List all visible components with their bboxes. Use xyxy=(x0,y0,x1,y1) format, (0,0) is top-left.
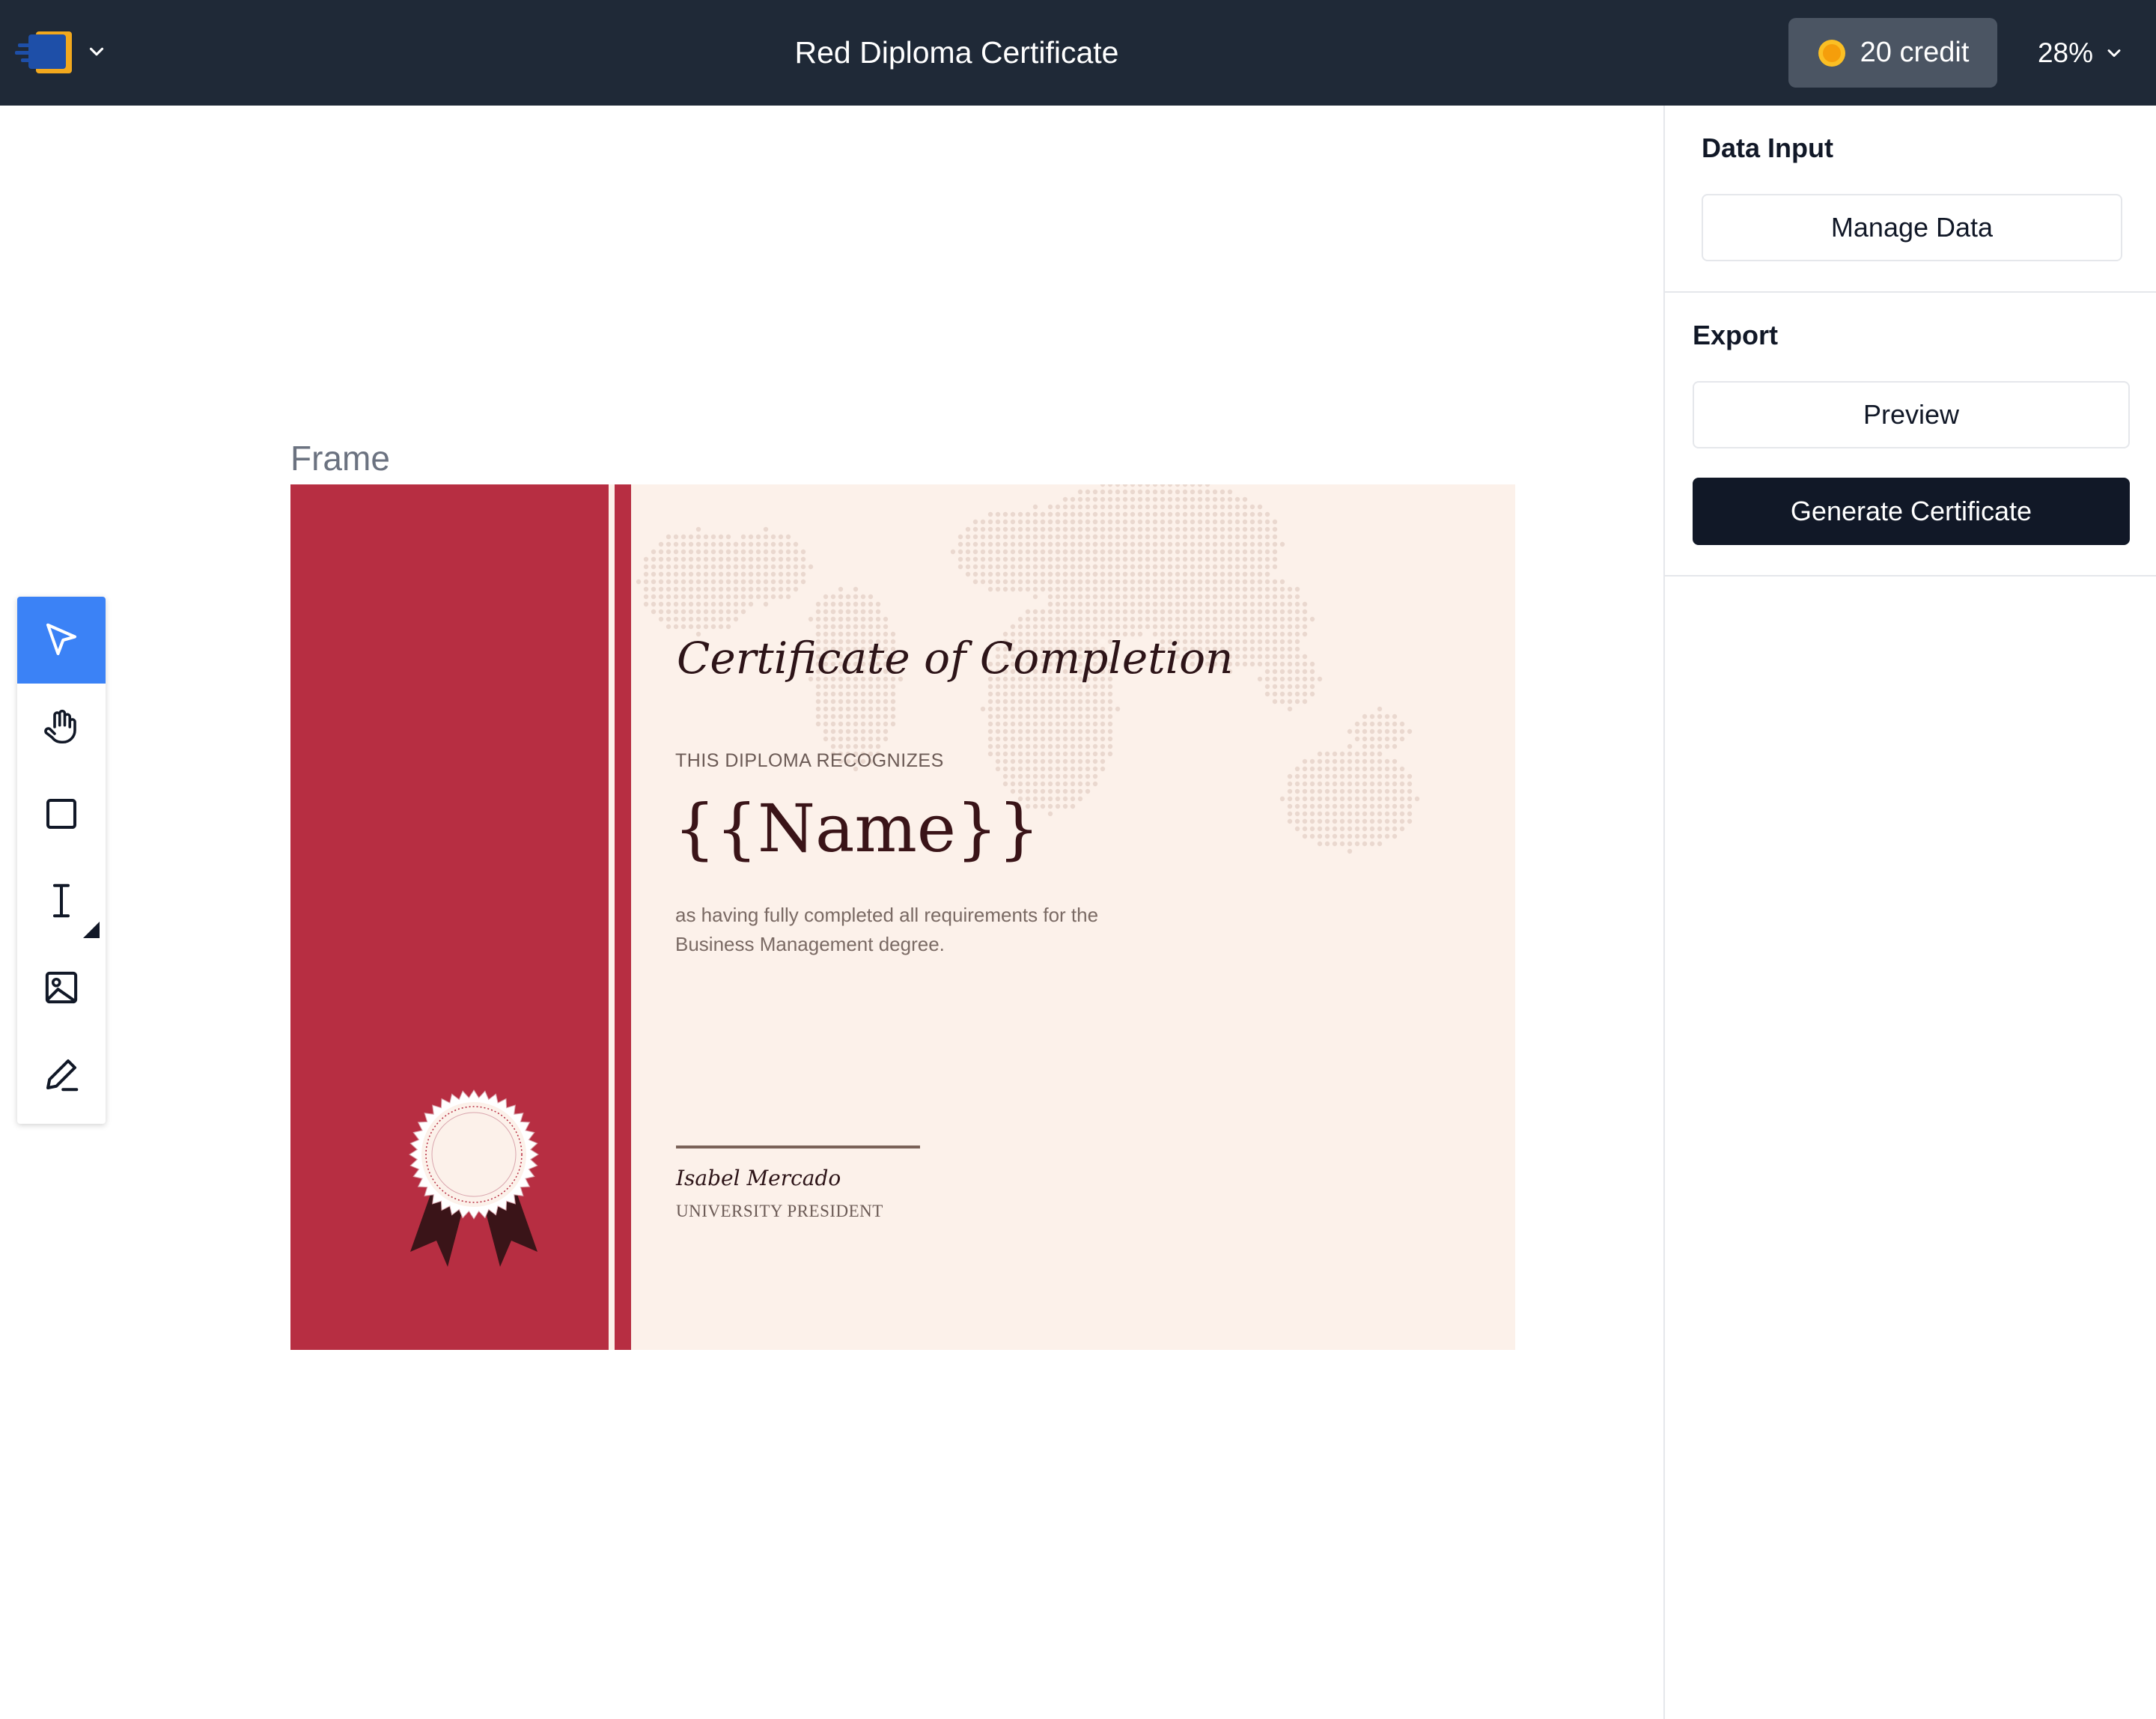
frame-label[interactable]: Frame xyxy=(290,438,390,478)
panel-divider xyxy=(1665,291,2156,293)
signer-role[interactable]: UNIVERSITY PRESIDENT xyxy=(676,1202,883,1221)
signer-name[interactable]: Isabel Mercado xyxy=(676,1166,841,1190)
pen-icon xyxy=(46,1059,79,1092)
zoom-dropdown[interactable]: 28% xyxy=(2021,18,2141,88)
recipient-name[interactable]: {{Name}} xyxy=(674,790,1040,867)
preview-button[interactable]: Preview xyxy=(1693,381,2130,448)
document-title[interactable]: Red Diploma Certificate xyxy=(0,0,1913,106)
certificate-gap xyxy=(609,484,615,1350)
select-icon xyxy=(46,623,77,656)
image-tool-button[interactable] xyxy=(17,944,106,1031)
credit-label: 20 credit xyxy=(1860,37,1970,68)
certificate-frame[interactable]: Certificate of Completion THIS DIPLOMA R… xyxy=(290,484,1515,1350)
rectangle-icon xyxy=(46,798,77,830)
properties-panel: Data Input Manage Data Export Preview Ge… xyxy=(1663,106,2156,1719)
certificate-title[interactable]: Certificate of Completion xyxy=(677,633,1233,684)
credit-badge[interactable]: 20 credit xyxy=(1788,18,1997,88)
zoom-value: 28% xyxy=(2037,37,2094,68)
signature-line xyxy=(676,1146,920,1148)
text-icon xyxy=(52,883,70,918)
tool-palette xyxy=(17,597,106,1124)
submenu-indicator-icon xyxy=(83,922,100,938)
export-title: Export xyxy=(1693,320,1779,350)
rectangle-tool-button[interactable] xyxy=(17,770,106,857)
pen-tool-button[interactable] xyxy=(17,1031,106,1118)
certificate-description[interactable]: as having fully completed all requiremen… xyxy=(675,901,1154,959)
manage-data-button[interactable]: Manage Data xyxy=(1702,194,2122,261)
generate-certificate-button[interactable]: Generate Certificate xyxy=(1693,478,2130,545)
image-icon xyxy=(45,971,78,1004)
certificate-subtitle[interactable]: THIS DIPLOMA RECOGNIZES xyxy=(675,750,944,772)
top-bar: Red Diploma Certificate 20 credit 28% xyxy=(0,0,2156,106)
data-input-title: Data Input xyxy=(1702,133,1833,163)
select-tool-button[interactable] xyxy=(17,597,106,684)
hand-icon xyxy=(44,709,76,744)
text-tool-button[interactable] xyxy=(17,857,106,944)
panel-divider xyxy=(1665,575,2156,576)
chevron-down-icon xyxy=(2107,49,2121,57)
certificate-band xyxy=(615,484,631,1350)
coin-icon xyxy=(1818,39,1845,67)
award-seal-icon[interactable] xyxy=(403,1083,545,1271)
hand-tool-button[interactable] xyxy=(17,684,106,770)
